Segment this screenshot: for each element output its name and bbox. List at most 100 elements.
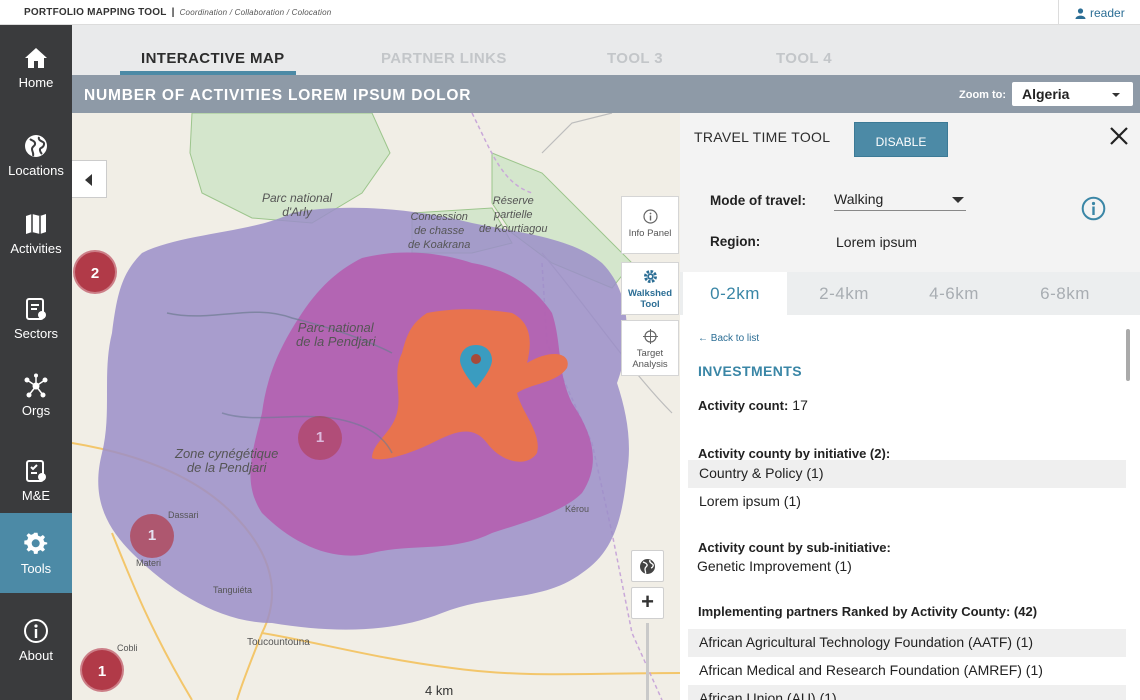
collapse-panel-button[interactable]	[72, 160, 107, 198]
tool-label: Target Analysis	[632, 348, 668, 370]
map-label-dassari: Dassari	[168, 510, 199, 520]
sidebar: Home Locations Activities Sectors Orgs M…	[0, 25, 72, 700]
back-to-list-link[interactable]: ← Back to list	[698, 333, 759, 344]
brand-separator: |	[171, 7, 175, 18]
clipboard-icon	[26, 298, 46, 320]
app-title: PORTFOLIO MAPPING TOOL	[24, 7, 167, 18]
zoom-to-label: Zoom to:	[959, 89, 1007, 101]
list-item: African Agricultural Technology Foundati…	[688, 629, 1126, 657]
home-icon	[25, 48, 47, 68]
top-bar: PORTFOLIO MAPPING TOOL | Coordination / Co…	[0, 0, 1140, 25]
cluster-marker[interactable]: 1	[130, 514, 174, 558]
info-icon[interactable]	[1081, 196, 1106, 221]
cluster-marker[interactable]: 1	[80, 648, 124, 692]
sidebar-item-orgs[interactable]: Orgs	[0, 355, 72, 435]
activity-count-value: 17	[792, 397, 808, 413]
sidebar-item-label: Orgs	[21, 403, 51, 418]
tab-0-2km[interactable]: 0-2km	[683, 272, 787, 315]
globe-icon	[25, 135, 47, 157]
page-title: NUMBER OF ACTIVITIES LOREM IPSUM DOLOR	[84, 87, 472, 104]
tool-label: Walkshed Tool	[628, 288, 672, 310]
tab-4-6km[interactable]: 4-6km	[902, 272, 1006, 315]
sidebar-item-label: Sectors	[13, 326, 59, 341]
mode-of-travel-select[interactable]: Walking	[834, 189, 966, 211]
map-label-cobli: Cobli	[117, 643, 138, 653]
sidebar-item-label: Tools	[20, 561, 52, 576]
gear-icon	[643, 270, 657, 283]
map-label-text: Parc national d'Arly	[262, 191, 333, 219]
basemap-button[interactable]	[631, 550, 664, 582]
back-to-list-label: Back to list	[710, 333, 760, 344]
panel-content[interactable]: ← Back to list INVESTMENTS Activity coun…	[680, 315, 1140, 700]
list-item: Lorem ipsum (1)	[699, 493, 801, 509]
plus-icon: +	[641, 589, 654, 614]
chevron-left-icon	[85, 174, 92, 186]
by-sub-initiative-label: Activity count by sub-initiative:	[698, 540, 891, 555]
sidebar-item-me[interactable]: M&E	[0, 440, 72, 520]
user-icon	[1075, 8, 1086, 19]
zoom-to-select[interactable]: Algeria	[1012, 82, 1133, 106]
sidebar-item-locations[interactable]: Locations	[0, 115, 72, 195]
distance-tabs: 0-2km 2-4km 4-6km 6-8km	[680, 272, 1140, 315]
tab-partner-links[interactable]: PARTNER LINKS	[381, 50, 507, 67]
target-analysis-button[interactable]: Target Analysis	[621, 320, 679, 376]
map-label-chasse: Concession de chasse de Koakrana	[408, 210, 470, 252]
sidebar-item-label: About	[19, 648, 53, 663]
globe-icon	[640, 559, 655, 574]
sidebar-item-label: Activities	[10, 241, 62, 256]
scrollbar[interactable]	[1126, 329, 1130, 381]
map-label-arly: Parc national d'Arly	[262, 191, 332, 219]
chevron-down-icon	[952, 197, 964, 203]
map-label-zone: Zone cynégétique de la Pendjari	[175, 447, 278, 475]
cluster-marker[interactable]: 1	[298, 416, 342, 460]
activity-count-label: Activity count:	[698, 398, 789, 413]
sidebar-item-sectors[interactable]: Sectors	[0, 278, 72, 358]
tab-tool-4[interactable]: TOOL 4	[776, 50, 832, 67]
list-item: Genetic Improvement (1)	[697, 558, 852, 574]
walkshed-tool-button[interactable]: Walkshed Tool	[621, 262, 679, 315]
mode-of-travel-label: Mode of travel:	[710, 193, 807, 208]
network-icon	[24, 373, 48, 398]
arrow-left-icon: ←	[698, 333, 711, 344]
activity-count: Activity count: 17	[698, 397, 808, 413]
sidebar-item-activities[interactable]: Activities	[0, 193, 72, 273]
panel-title: TRAVEL TIME TOOL	[694, 129, 831, 145]
close-icon[interactable]	[1108, 125, 1130, 147]
list-item: African Union (AU) (1)	[688, 685, 1126, 700]
map-area[interactable]: Parc national d'Arly Concession de chass…	[72, 113, 680, 700]
sidebar-item-home[interactable]: Home	[0, 27, 72, 107]
disable-button[interactable]: DISABLE	[854, 122, 948, 157]
tab-tool-3[interactable]: TOOL 3	[607, 50, 663, 67]
list-item: African Medical and Research Foundation …	[699, 662, 1043, 678]
user-menu[interactable]: reader	[1058, 0, 1140, 25]
chevron-down-icon	[1112, 93, 1120, 97]
section-title: INVESTMENTS	[698, 363, 802, 379]
map-label-text: Concession de chasse de Koakrana	[408, 211, 471, 251]
map-label-text: Zone cynégétique de la Pendjari	[175, 446, 279, 475]
map-label-tanguieta: Tanguiéta	[213, 585, 253, 595]
sidebar-item-label: Locations	[8, 163, 64, 178]
tab-6-8km[interactable]: 6-8km	[1013, 272, 1117, 315]
app-brand: PORTFOLIO MAPPING TOOL | Coordination / Co…	[24, 7, 331, 18]
gear-icon	[24, 532, 48, 554]
info-circle-icon	[642, 209, 658, 224]
target-icon	[642, 329, 658, 344]
cluster-marker[interactable]: 2	[73, 250, 117, 294]
region-value: Lorem ipsum	[836, 234, 917, 250]
partners-label: Implementing partners Ranked by Activity…	[698, 604, 1038, 619]
sidebar-item-tools[interactable]: Tools	[0, 513, 72, 593]
sidebar-item-label: M&E	[21, 488, 51, 503]
sidebar-item-label: Home	[18, 75, 54, 90]
by-initiative-label: Activity county by initiative (2):	[698, 446, 891, 461]
tab-2-4km[interactable]: 2-4km	[792, 272, 896, 315]
tab-interactive-map[interactable]: INTERACTIVE MAP	[141, 50, 285, 67]
tool-label: Info Panel	[628, 228, 672, 239]
travel-time-panel: TRAVEL TIME TOOL DISABLE Mode of travel:…	[680, 113, 1140, 700]
zoom-in-button[interactable]: +	[631, 587, 664, 619]
zoom-slider[interactable]	[646, 623, 649, 700]
info-panel-button[interactable]: Info Panel	[621, 196, 679, 254]
main-tabs: INTERACTIVE MAP PARTNER LINKS TOOL 3 TOO…	[72, 25, 1140, 75]
sidebar-item-about[interactable]: About	[0, 600, 72, 680]
mode-of-travel-value: Walking	[834, 191, 884, 207]
zoom-to-value: Algeria	[1022, 86, 1070, 102]
